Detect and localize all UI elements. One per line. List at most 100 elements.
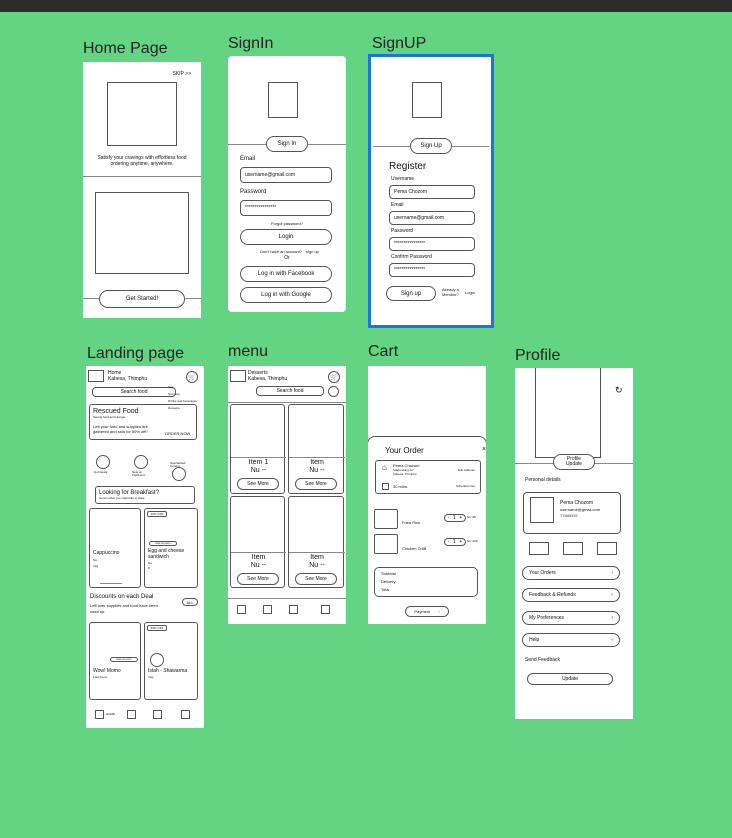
avatar[interactable] [530,497,554,523]
menu-item-card[interactable]: Item Nu -- See More [230,496,286,588]
menu-label: Feedback & Refunds [529,592,576,598]
frame-title-signup[interactable]: SignUP [372,35,426,53]
logo-placeholder [268,82,298,118]
hot-deals-icon[interactable] [96,455,110,469]
menu-feedback-refunds[interactable]: Feedback & Refunds ‹ [522,588,620,602]
skip-link[interactable]: SKIP >> [172,71,191,78]
order-now-link[interactable]: ORDER NOW [165,431,190,436]
see-more-button[interactable]: See More [237,573,279,585]
password-input[interactable]: **************** [240,200,332,216]
frame-title-landing[interactable]: Landing page [87,345,184,363]
plus-icon[interactable]: + [459,515,462,521]
signup-link[interactable]: sign up [306,249,319,254]
cart-icon[interactable]: 🛒 [186,371,198,383]
close-icon[interactable]: × [482,446,486,454]
search-input[interactable]: Search food [92,387,176,397]
frame-title-home[interactable]: Home Page [83,40,168,58]
frame-signup[interactable]: Sign Up Register Username Pema Chozom Em… [368,54,494,328]
menu-item-card[interactable]: Item 1 Nu -- See More [230,404,286,494]
item-price: Nu -- [250,467,267,474]
rescued-food-card[interactable]: Rescued Food Saving food and Hunger, Lef… [89,404,197,440]
item-name: Item [310,554,324,561]
login-link[interactable]: Login [465,290,475,295]
filter-icon[interactable] [328,386,339,397]
nav-icon[interactable] [153,710,162,719]
sign-up-button[interactable]: Sign up [386,286,436,301]
quantity-stepper[interactable]: -1 + [444,514,466,522]
dropdown-item-non-veg[interactable]: Non Veg [168,392,180,396]
confirm-password-input[interactable]: **************** [389,263,475,277]
user-info-card: Pema Chozom username@gmail.com 77443137 [523,492,621,534]
nav-icon[interactable] [127,710,136,719]
frame-title-menu[interactable]: menu [228,343,268,361]
nav-icon[interactable] [181,710,190,719]
edit-address-link[interactable]: Edit Address [458,468,475,472]
email-input[interactable]: username@gmail.com [240,167,332,183]
email-input[interactable]: username@gmail.com [389,211,475,225]
food-card-shawarma[interactable]: 50% OFF Istah - Shawarma Veg [144,622,198,700]
profile-update-button[interactable]: Profile Update [553,454,595,470]
specialized-cuisine-icon[interactable] [172,467,186,481]
nav-icon[interactable] [237,605,246,614]
login-button[interactable]: Login [240,229,332,245]
item-tag: Veg [148,675,154,679]
menu-item-card[interactable]: Item Nu -- See More [288,496,345,588]
nav-icon[interactable] [321,605,330,614]
password-input[interactable]: **************** [389,237,475,251]
nav-icon[interactable] [289,605,298,614]
frame-profile[interactable]: ↻ Profile Update Personal details Pema Ch… [515,368,633,719]
minus-icon[interactable]: - [448,515,450,521]
new-items-icon[interactable] [134,455,148,469]
menu-help[interactable]: Help ‹ [522,633,620,647]
email-label: Email [391,202,404,208]
frame-home[interactable]: SKIP >> Satisfy your cravings with effor… [83,62,201,318]
food-card-sandwich[interactable]: 20% OFF FREE DELIVERY Egg and cheese san… [144,508,198,588]
see-more-button[interactable]: See More [237,478,279,490]
tab-sign-in[interactable]: Sign In [266,136,308,152]
user-email: username@gmail.com [560,507,601,512]
schedule-time-link[interactable]: Schedule time [456,484,475,488]
menu-your-orders[interactable]: Your Orders ‹ [522,566,620,580]
quantity-stepper[interactable]: -1 + [444,538,466,546]
dropdown-item-veg[interactable]: Veg [168,385,173,389]
frame-landing[interactable]: Home Kabesa, Thimphu 🛒 Search food Veg N… [86,366,204,728]
shortcut-tile[interactable] [529,542,549,555]
nav-icon[interactable] [263,605,272,614]
username-input[interactable]: Pema Chozom [389,185,475,199]
send-feedback-link[interactable]: Send Feedback [525,657,560,664]
facebook-login-button[interactable]: Log in with Facebook [240,266,332,282]
cart-icon[interactable]: 🛒 [328,371,340,383]
payment-button[interactable]: Payment › [405,606,449,617]
tab-sign-up[interactable]: Sign Up [410,138,452,154]
frame-title-cart[interactable]: Cart [368,343,398,361]
minus-icon[interactable]: - [448,539,450,545]
forgot-password-link[interactable]: Forgot password? [228,221,346,226]
see-more-button[interactable]: See More [295,573,337,585]
delivery-address-card[interactable]: ⌂ Pema Chozom Starbucking G7, Kabesa, Th… [375,460,481,494]
frame-signin[interactable]: Sign In Email username@gmail.com Passwor… [228,56,346,312]
shortcut-tile[interactable] [563,542,583,555]
dropdown-item-drinks[interactable]: Drinks and beverages [168,399,197,403]
breakfast-banner[interactable]: Looking for Breakfast? Here's what you m… [95,486,195,504]
search-input[interactable]: Search food [256,386,324,396]
frame-title-signin[interactable]: SignIn [228,35,273,53]
home-nav-label[interactable]: HOME [106,712,115,716]
menu-item-card[interactable]: Item Nu -- See More [288,404,345,494]
item-name: Istah - Shawarma [148,668,188,674]
food-card-cappuccino[interactable]: Cappuccino Nu Veg [89,508,141,588]
logout-icon[interactable]: ↻ [615,386,623,395]
plus-icon[interactable]: + [459,539,462,545]
all-button[interactable]: ALL [182,598,198,606]
user-name: Pema Chozom [560,500,594,506]
frame-cart[interactable]: Your Order × ⌂ Pema Chozom Starbucking G… [368,366,486,624]
google-login-button[interactable]: Log in with Google [240,287,332,303]
get-started-button[interactable]: Get Started! [99,290,185,308]
frame-menu[interactable]: Desserts Kabesa, Thimphu 🛒 Search food I… [228,366,346,624]
home-nav-icon[interactable] [95,710,104,719]
shortcut-tile[interactable] [597,542,617,555]
menu-my-preferences[interactable]: My Preferences ‹ [522,611,620,625]
update-button[interactable]: Update [527,673,613,685]
see-more-button[interactable]: See More [295,478,337,490]
frame-title-profile[interactable]: Profile [515,347,560,365]
food-card-momo[interactable]: FREE DELIVERY Wow! Momo Fast Food [89,622,141,700]
